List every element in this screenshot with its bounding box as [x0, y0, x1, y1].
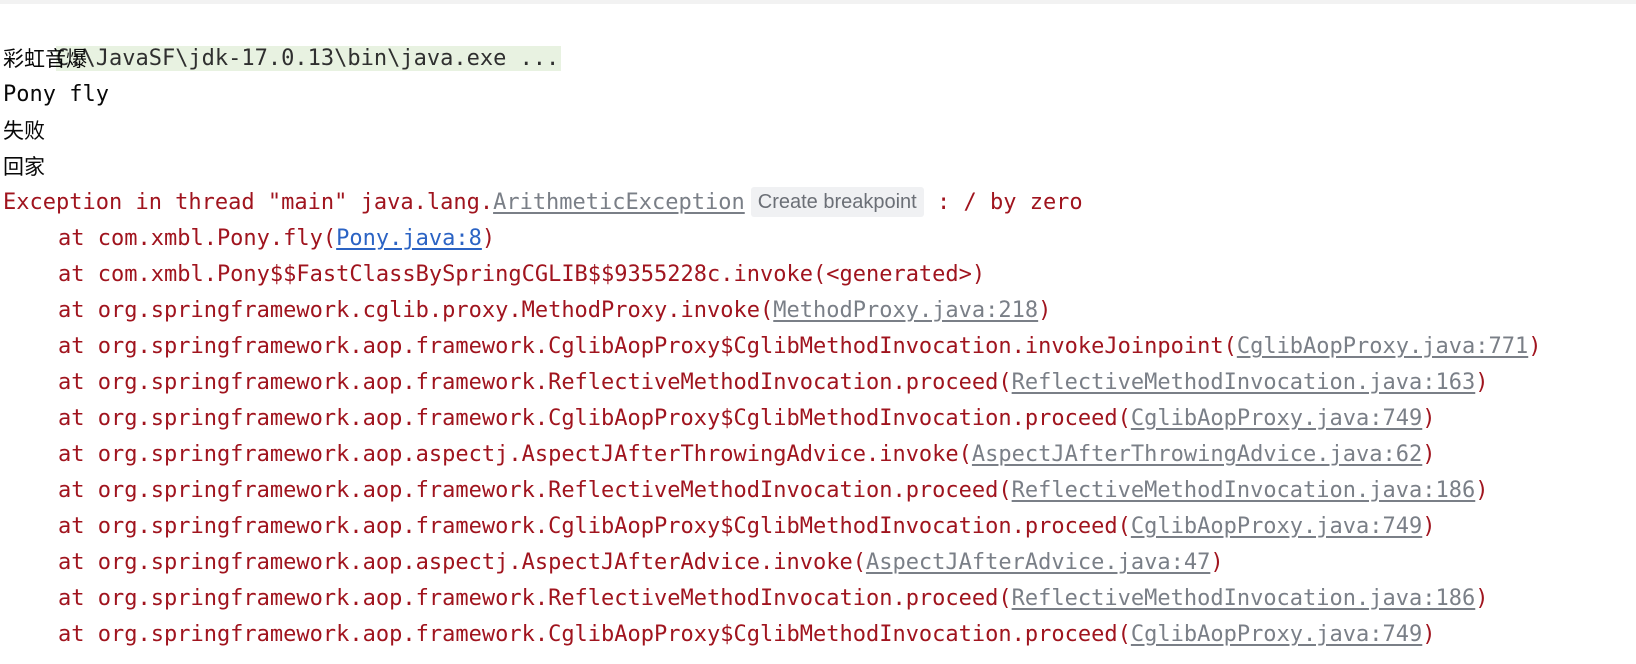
- stack-frame: at org.springframework.aop.framework.Cgl…: [58, 401, 1436, 437]
- source-link[interactable]: ReflectiveMethodInvocation.java:186: [1012, 586, 1476, 611]
- source-link[interactable]: CglibAopProxy.java:749: [1131, 622, 1422, 647]
- frame-method: at org.springframework.aop.framework.Cgl…: [58, 622, 1131, 647]
- frame-suffix: ): [1475, 586, 1489, 611]
- source-link[interactable]: AspectJAfterAdvice.java:47: [866, 550, 1210, 575]
- command-line: C:\JavaSF\jdk-17.0.13\bin\java.exe ...: [3, 5, 562, 71]
- frame-method: at org.springframework.cglib.proxy.Metho…: [58, 298, 774, 323]
- frame-suffix: ): [1475, 478, 1489, 503]
- stdout-line: Pony fly: [3, 82, 109, 107]
- frame-suffix: ): [1422, 622, 1436, 647]
- stack-frame: at org.springframework.aop.framework.Cgl…: [58, 329, 1541, 365]
- stack-frame: at org.springframework.cglib.proxy.Metho…: [58, 293, 1051, 329]
- frame-suffix: ): [1422, 406, 1436, 431]
- source-link[interactable]: CglibAopProxy.java:771: [1237, 334, 1528, 359]
- stack-frame: at org.springframework.aop.framework.Cgl…: [58, 617, 1436, 653]
- stdout-line: 失败: [3, 119, 45, 143]
- frame-method: at org.springframework.aop.framework.Ref…: [58, 478, 1012, 503]
- stack-frame: at com.xmbl.Pony.fly(Pony.java:8): [58, 221, 495, 257]
- frame-suffix: ): [1210, 550, 1224, 575]
- source-link[interactable]: AspectJAfterThrowingAdvice.java:62: [972, 442, 1422, 467]
- source-link[interactable]: ReflectiveMethodInvocation.java:186: [1012, 478, 1476, 503]
- exception-prefix: Exception in thread "main" java.lang.: [3, 190, 494, 215]
- stack-frame: at org.springframework.aop.aspectj.Aspec…: [58, 437, 1436, 473]
- exception-line: Exception in thread "main" java.lang.Ari…: [3, 185, 1083, 221]
- frame-method: at org.springframework.aop.framework.Cgl…: [58, 406, 1131, 431]
- frame-suffix: ): [1422, 514, 1436, 539]
- frame-suffix: ): [1528, 334, 1542, 359]
- frame-suffix: ): [1475, 370, 1489, 395]
- frame-method: at org.springframework.aop.framework.Cgl…: [58, 334, 1237, 359]
- frame-method: at org.springframework.aop.framework.Ref…: [58, 370, 1012, 395]
- java-command[interactable]: C:\JavaSF\jdk-17.0.13\bin\java.exe ...: [55, 46, 562, 71]
- run-console: C:\JavaSF\jdk-17.0.13\bin\java.exe ... 彩…: [0, 0, 1636, 664]
- source-link[interactable]: Pony.java:8: [336, 226, 482, 251]
- exception-message: : / by zero: [923, 190, 1083, 215]
- frame-suffix: ): [481, 226, 496, 251]
- frame-method: at com.xmbl.Pony.fly(: [58, 226, 337, 251]
- stack-frame: at org.springframework.aop.framework.Ref…: [58, 581, 1489, 617]
- frame-suffix: ): [1038, 298, 1052, 323]
- stack-frame: at org.springframework.aop.framework.Ref…: [58, 365, 1489, 401]
- frame-method: at org.springframework.aop.aspectj.Aspec…: [58, 550, 866, 575]
- source-link[interactable]: MethodProxy.java:218: [773, 298, 1038, 323]
- create-breakpoint-button[interactable]: Create breakpoint: [750, 187, 924, 217]
- frame-method: at org.springframework.aop.aspectj.Aspec…: [58, 442, 972, 467]
- frame-method: at org.springframework.aop.framework.Cgl…: [58, 514, 1131, 539]
- stdout-line: 回家: [3, 155, 45, 179]
- stack-frame: at com.xmbl.Pony$$FastClassBySpringCGLIB…: [58, 257, 985, 293]
- source-link[interactable]: CglibAopProxy.java:749: [1131, 406, 1422, 431]
- source-link[interactable]: CglibAopProxy.java:749: [1131, 514, 1422, 539]
- stdout-line: 彩虹音爆: [3, 47, 87, 71]
- source-link[interactable]: ReflectiveMethodInvocation.java:163: [1012, 370, 1476, 395]
- console-top-border: [0, 0, 1636, 4]
- frame-method: at org.springframework.aop.framework.Ref…: [58, 586, 1012, 611]
- frame-method: at com.xmbl.Pony$$FastClassBySpringCGLIB…: [58, 262, 986, 287]
- stack-frame: at org.springframework.aop.framework.Ref…: [58, 473, 1489, 509]
- stack-frame: at org.springframework.aop.aspectj.Aspec…: [58, 545, 1224, 581]
- frame-suffix: ): [1422, 442, 1436, 467]
- exception-class-link[interactable]: ArithmeticException: [493, 190, 745, 215]
- stack-frame: at org.springframework.aop.framework.Cgl…: [58, 509, 1436, 545]
